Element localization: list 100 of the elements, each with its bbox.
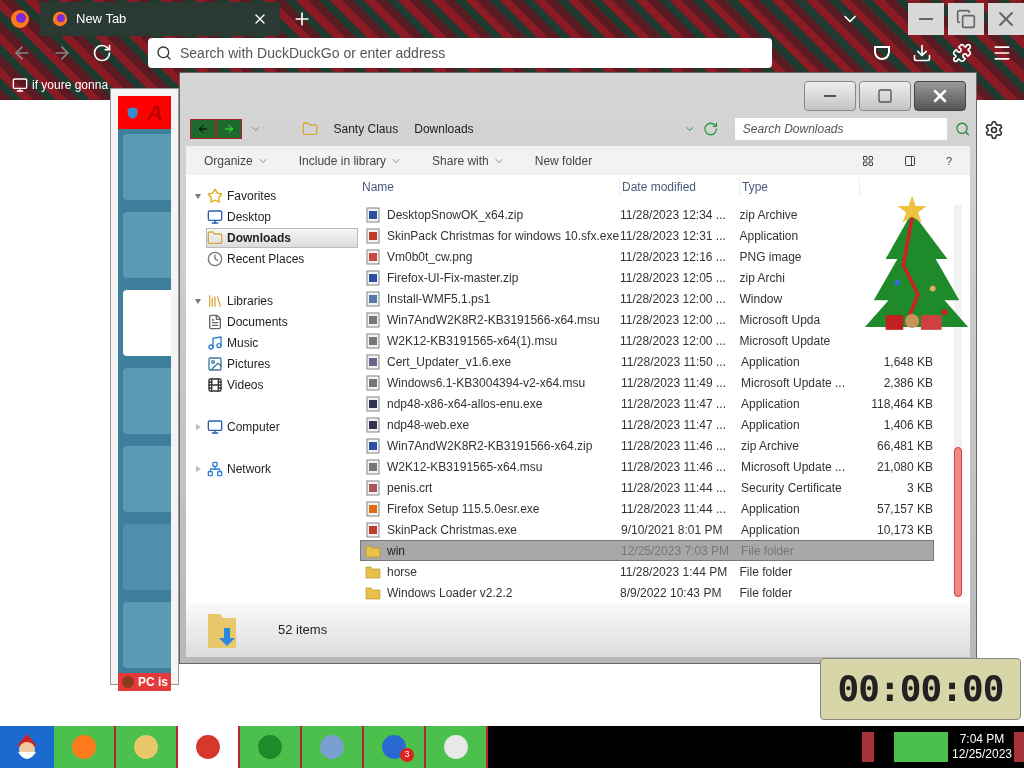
file-icon (365, 395, 381, 412)
help-button[interactable]: ? (945, 152, 952, 169)
file-row[interactable]: penis.crt 11/28/2023 11:44 ... Security Certificate 3 KB (360, 477, 934, 499)
pocket-icon[interactable] (872, 43, 892, 63)
back-arrow-icon (197, 123, 209, 136)
taskbar-app[interactable] (54, 726, 116, 768)
browser-tab[interactable]: New Tab (40, 1, 280, 36)
forward-button[interactable] (216, 119, 242, 140)
size-cell-text: 1,648 KB (882, 353, 933, 371)
app-tile[interactable] (123, 446, 171, 512)
nav-item[interactable]: Videos (206, 374, 273, 395)
toolbar-button[interactable]: Organize (204, 151, 269, 170)
taskbar-app[interactable] (116, 726, 178, 768)
file-row[interactable]: Firefox-UI-Fix-master.zip 11/28/2023 12:05 ... zip Archi (360, 267, 860, 289)
breadcrumb-item[interactable]: Downloads (414, 120, 474, 139)
taskbar-app[interactable] (426, 726, 488, 768)
nav-item[interactable]: Pictures (206, 353, 280, 374)
column-header[interactable]: Type (740, 178, 860, 197)
bookmark-link[interactable]: if youre gonna (12, 75, 109, 94)
size-cell-text: 2,386 KB (882, 374, 933, 392)
app-tile[interactable] (123, 290, 171, 356)
file-row[interactable]: Firefox Setup 115.5.0esr.exe 11/28/2023 11:44 ... Application 57,157 KB (360, 498, 934, 520)
minimize-button[interactable] (908, 2, 944, 35)
expanded-arrow-icon[interactable] (194, 191, 202, 200)
file-name: Windows Loader v2.2.2 (387, 584, 513, 602)
folder-icon (365, 542, 381, 559)
close-button[interactable] (914, 81, 966, 111)
close-button[interactable] (988, 2, 1024, 35)
app-tile[interactable] (123, 602, 171, 668)
start-button[interactable] (0, 726, 54, 768)
nav-item[interactable]: Computer (206, 416, 289, 437)
nav-item[interactable]: Favorites (206, 185, 286, 206)
file-row[interactable]: horse 11/28/2023 1:44 PM File folder (360, 561, 860, 583)
file-row[interactable]: Windows6.1-KB3004394-v2-x64.msu 11/28/2023 11:49 ... Microsoft Update ... 2,386 KB (360, 372, 934, 394)
column-header[interactable]: Date modified (620, 178, 740, 197)
preview-pane-icon[interactable] (903, 154, 916, 167)
file-icon (365, 521, 381, 538)
date-cell-text: 11/28/2023 11:44 ... (621, 479, 727, 497)
size-cell-text: 1,406 KB (882, 416, 933, 434)
menu-icon[interactable] (992, 43, 1012, 63)
reload-icon[interactable] (92, 43, 112, 63)
file-row[interactable]: W2K12-KB3191565-x64.msu 11/28/2023 11:46 ... Microsoft Update ... 21,080 KB (360, 456, 934, 478)
file-row[interactable]: W2K12-KB3191565-x64(1).msu 11/28/2023 12:00 ... Microsoft Update (360, 330, 860, 352)
minimize-icon (824, 95, 836, 97)
expanded-arrow-icon[interactable] (194, 296, 202, 305)
search-icon[interactable] (954, 121, 970, 138)
clock[interactable]: 7:04 PM 12/25/2023 (950, 732, 1014, 762)
nav-item[interactable]: Recent Places (206, 248, 314, 269)
file-row[interactable]: Install-WMF5.1.ps1 11/28/2023 12:00 ... Window (360, 288, 860, 310)
refresh-icon[interactable] (703, 121, 719, 138)
app-tile[interactable] (123, 524, 171, 590)
file-row[interactable]: Cert_Updater_v1.6.exe 11/28/2023 11:50 ... Application 1,648 KB (360, 351, 934, 373)
file-row[interactable]: SkinPack Christmas.exe 9/10/2021 8:01 PM Application 10,173 KB (360, 519, 934, 541)
view-icon[interactable] (861, 154, 874, 167)
download-icon[interactable] (912, 43, 932, 63)
app-tile[interactable] (123, 134, 171, 200)
taskbar-app[interactable]: 3 (364, 726, 426, 768)
date-cell-text: 11/28/2023 12:16 ... (619, 248, 727, 266)
nav-item[interactable]: Desktop (206, 206, 281, 227)
file-row[interactable]: ndp48-web.exe 11/28/2023 11:47 ... Application 1,406 KB (360, 414, 934, 436)
toolbar-button[interactable]: Include in library (298, 151, 403, 170)
search-field[interactable]: Search Downloads (734, 118, 947, 141)
column-header[interactable]: Name (360, 178, 620, 197)
taskbar-app[interactable] (240, 726, 302, 768)
minimize-button[interactable] (804, 81, 856, 111)
scrollbar[interactable] (954, 205, 962, 598)
breadcrumb-item[interactable]: Santy Claus (333, 120, 399, 139)
file-row[interactable]: Vm0b0t_cw.png 11/28/2023 12:16 ... PNG image (360, 246, 860, 268)
star-icon (207, 187, 223, 204)
app-tile[interactable] (123, 212, 171, 278)
file-row[interactable]: Win7AndW2K8R2-KB3191566-x64.msu 11/28/2023 12:00 ... Microsoft Upda (360, 309, 860, 331)
type-cell-text: Security Certificate (741, 479, 843, 497)
maximize-button[interactable] (859, 81, 911, 111)
file-row[interactable]: SkinPack Christmas for windows 10.sfx.exe11/28/2023 12:31 ... Application (360, 225, 860, 247)
file-row[interactable]: ndp48-x86-x64-allos-enu.exe 11/28/2023 11:47 ... Application 118,464 KB (360, 393, 934, 415)
nav-item[interactable]: Downloads (206, 227, 358, 248)
back-button[interactable] (190, 119, 216, 140)
nav-item[interactable]: Network (206, 458, 280, 479)
nav-item[interactable]: Documents (206, 311, 297, 332)
app-tile[interactable] (123, 368, 171, 434)
settings-icon[interactable] (984, 120, 1004, 140)
taskbar-app[interactable] (178, 726, 240, 768)
taskbar-app[interactable] (302, 726, 364, 768)
extensions-icon[interactable] (952, 43, 972, 63)
nav-item[interactable]: Libraries (206, 290, 283, 311)
file-name: Win7AndW2K8R2-KB3191566-x64.msu (387, 311, 600, 329)
date-cell-text: 11/28/2023 11:47 ... (621, 395, 727, 413)
search-input[interactable]: Search Downloads (742, 120, 939, 139)
file-row[interactable]: Win7AndW2K8R2-KB3191566-x64.zip 11/28/2023 11:46 ... zip Archive 66,481 KB (360, 435, 934, 457)
type-cell-text: Window (739, 290, 784, 308)
address-field[interactable]: Search with DuckDuckGo or enter address (148, 38, 772, 68)
toolbar-button[interactable]: Share with (432, 151, 505, 170)
file-row[interactable]: Windows Loader v2.2.2 8/9/2022 10:43 PM File folder (360, 582, 860, 604)
restore-button[interactable] (948, 2, 984, 35)
toolbar-button[interactable]: New folder (534, 151, 593, 170)
address-input[interactable]: Search with DuckDuckGo or enter address (180, 42, 764, 64)
file-row[interactable]: DesktopSnowOK_x64.zip 11/28/2023 12:34 ... zip Archive (360, 204, 860, 226)
type-cell-text: zip Archi (739, 269, 786, 287)
nav-item[interactable]: Music (206, 332, 268, 353)
type-cell-text: Microsoft Update ... (741, 458, 847, 476)
